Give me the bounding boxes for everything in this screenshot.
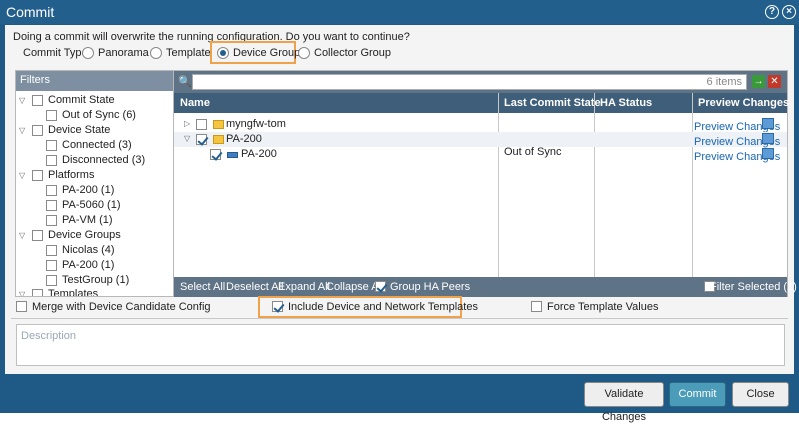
filter-item-pa-5060: PA-5060 (1) <box>62 199 121 211</box>
filter-item-checkbox[interactable] <box>46 110 57 121</box>
filter-group-checkbox[interactable] <box>32 125 43 136</box>
clear-filter-icon[interactable]: ✕ <box>768 75 781 88</box>
filter-group-checkbox[interactable] <box>32 95 43 106</box>
close-button[interactable]: Close <box>732 382 789 407</box>
preview-changes-icon[interactable] <box>762 148 774 159</box>
col-preview-changes[interactable]: Preview Changes <box>698 97 789 109</box>
filter-item-pa-200-group: PA-200 (1) <box>62 259 115 271</box>
row-checkbox[interactable] <box>196 134 207 145</box>
folder-icon <box>213 135 224 144</box>
apply-filter-icon[interactable]: → <box>752 75 765 88</box>
radio-panorama-label: Panorama <box>98 47 149 59</box>
table-row[interactable]: PA-200 Out of Sync Preview Changes <box>174 146 787 163</box>
item-count: 6 items <box>706 76 742 88</box>
table-row[interactable]: ▽ PA-200 Preview Changes <box>174 132 787 148</box>
expand-all-button[interactable]: Expand All <box>278 281 330 293</box>
filter-group-platforms: Platforms <box>48 169 95 181</box>
filter-item-checkbox[interactable] <box>46 260 57 271</box>
radio-device-group-label: Device Group <box>233 47 301 59</box>
table-row[interactable]: ▷ myngfw-tom Preview Changes <box>174 117 787 133</box>
dialog-title: Commit <box>6 4 55 20</box>
radio-collector-group-label: Collector Group <box>314 47 392 59</box>
filter-item-pa-vm: PA-VM (1) <box>62 214 113 226</box>
collapse-triangle-icon[interactable]: ▽ <box>19 126 25 135</box>
merge-candidate-checkbox[interactable] <box>16 301 27 312</box>
collapse-triangle-icon[interactable]: ▽ <box>19 231 25 240</box>
row-name: PA-200 <box>226 133 262 145</box>
grid-search-input[interactable]: 6 items <box>192 74 747 90</box>
filter-item-checkbox[interactable] <box>46 155 57 166</box>
help-icon[interactable]: ? <box>765 5 779 19</box>
filter-item-testgroup: TestGroup (1) <box>62 274 130 286</box>
deselect-all-button[interactable]: Deselect All <box>226 281 283 293</box>
include-templates-label: Include Device and Network Templates <box>288 301 478 313</box>
filter-item-checkbox[interactable] <box>46 215 57 226</box>
radio-template-label: Template <box>166 47 211 59</box>
radio-collector-group[interactable] <box>298 47 310 59</box>
filters-header: Filters <box>16 71 174 91</box>
merge-candidate-label: Merge with Device Candidate Config <box>32 301 211 313</box>
filter-item-nicolas: Nicolas (4) <box>62 244 115 256</box>
force-template-checkbox[interactable] <box>531 301 542 312</box>
filter-item-pa-200: PA-200 (1) <box>62 184 115 196</box>
devices-grid: 🔍 6 items → ✕ Name Last Commit State HA … <box>173 70 797 297</box>
filter-group-checkbox[interactable] <box>32 230 43 241</box>
filter-item-out-of-sync: Out of Sync (6) <box>62 109 136 121</box>
filter-group-device-groups: Device Groups <box>48 229 121 241</box>
radio-panorama[interactable] <box>82 47 94 59</box>
grid-header: Name Last Commit State HA Status Preview… <box>174 93 789 113</box>
folder-icon <box>213 120 224 129</box>
filter-item-checkbox[interactable] <box>46 140 57 151</box>
row-name: PA-200 <box>241 148 277 160</box>
description-placeholder: Description <box>21 330 77 342</box>
commit-dialog: Commit ? × Doing a commit will overwrite… <box>0 0 799 423</box>
grid-search-bar: 🔍 6 items → ✕ <box>174 71 787 93</box>
collapse-triangle-icon[interactable]: ▽ <box>19 290 25 296</box>
filter-group-device-state: Device State <box>48 124 111 136</box>
grid-footer: Select All Deselect All Expand All Colla… <box>174 277 797 297</box>
collapse-triangle-icon[interactable]: ▽ <box>19 96 25 105</box>
col-last-commit-state[interactable]: Last Commit State <box>504 97 601 109</box>
filter-group-templates: Templates <box>48 288 99 297</box>
row-checkbox[interactable] <box>196 119 207 130</box>
divider <box>11 318 788 319</box>
radio-device-group[interactable] <box>217 47 229 59</box>
firewall-device-icon <box>227 152 238 158</box>
collapse-triangle-icon[interactable]: ▽ <box>19 171 25 180</box>
dialog-body: Doing a commit will overwrite the runnin… <box>5 25 797 374</box>
row-name: myngfw-tom <box>226 118 286 130</box>
select-all-button[interactable]: Select All <box>180 281 225 293</box>
collapse-triangle-icon[interactable]: ▽ <box>184 134 190 143</box>
preview-changes-icon[interactable] <box>762 133 774 144</box>
filter-item-checkbox[interactable] <box>46 275 57 286</box>
description-field[interactable]: Description <box>16 324 785 366</box>
col-name[interactable]: Name <box>180 97 210 109</box>
dialog-titlebar: Commit ? × <box>0 0 799 24</box>
commit-button[interactable]: Commit <box>669 382 726 407</box>
filter-item-checkbox[interactable] <box>46 185 57 196</box>
row-last-commit-state: Out of Sync <box>504 146 562 158</box>
filter-group-checkbox[interactable] <box>32 289 43 296</box>
preview-changes-icon[interactable] <box>762 118 774 129</box>
row-checkbox[interactable] <box>210 149 221 160</box>
filter-group-commit-state: Commit State <box>48 94 115 106</box>
group-ha-peers-label: Group HA Peers <box>390 281 471 293</box>
col-ha-status[interactable]: HA Status <box>600 97 652 109</box>
search-icon: 🔍 <box>178 76 192 88</box>
filter-item-disconnected: Disconnected (3) <box>62 154 146 166</box>
expand-triangle-icon[interactable]: ▷ <box>184 119 190 128</box>
force-template-label: Force Template Values <box>547 301 659 313</box>
include-templates-checkbox[interactable] <box>272 301 283 312</box>
close-dialog-icon[interactable]: × <box>782 5 796 19</box>
filter-item-connected: Connected (3) <box>62 139 132 151</box>
radio-template[interactable] <box>150 47 162 59</box>
commit-type-label: Commit Type <box>23 47 88 59</box>
filter-item-checkbox[interactable] <box>46 200 57 211</box>
filter-group-checkbox[interactable] <box>32 170 43 181</box>
filters-panel: Filters ▽ Commit State Out of Sync (6) ▽… <box>15 70 175 297</box>
filter-item-checkbox[interactable] <box>46 245 57 256</box>
validate-changes-button[interactable]: Validate Changes <box>584 382 664 423</box>
group-ha-peers-checkbox[interactable] <box>375 281 386 292</box>
filter-selected-label: Filter Selected (1) <box>710 281 797 293</box>
